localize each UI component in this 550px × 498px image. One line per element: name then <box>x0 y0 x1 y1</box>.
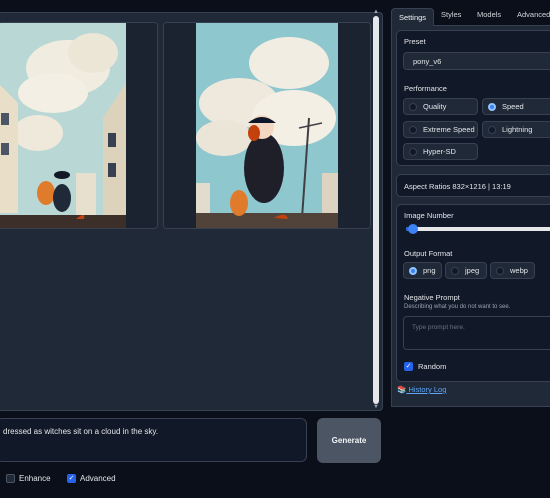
output-format-option-png[interactable]: png <box>403 262 442 279</box>
history-log-label: History Log <box>408 385 447 394</box>
image-number-label: Image Number <box>404 211 454 220</box>
radio-icon <box>496 266 504 275</box>
generate-button[interactable]: Generate <box>317 418 381 463</box>
prompt-input[interactable]: dressed as witches sit on a cloud in the… <box>0 418 307 462</box>
performance-option-quality[interactable]: Quality <box>403 98 478 115</box>
tab-models[interactable]: Models <box>477 10 501 19</box>
negative-prompt-label: Negative Prompt <box>404 293 460 302</box>
random-checkbox[interactable]: ✓ <box>404 362 413 371</box>
generation-options-card: Image Number Output Format png jpeg webp… <box>396 204 550 382</box>
option-label: Speed <box>502 102 524 111</box>
option-label: png <box>423 266 436 275</box>
tab-styles[interactable]: Styles <box>441 10 461 19</box>
preset-select[interactable]: pony_v6 <box>403 52 550 70</box>
enhance-checkbox[interactable] <box>6 474 15 483</box>
generated-image-1 <box>0 23 157 228</box>
history-log-link[interactable]: 📚 History Log <box>397 385 446 394</box>
advanced-label: Advanced <box>80 474 116 483</box>
scroll-down-arrow-icon[interactable]: ▼ <box>373 404 379 410</box>
negative-prompt-input[interactable]: Type prompt here. <box>403 316 550 350</box>
option-label: webp <box>510 266 528 275</box>
aspect-ratios-accordion[interactable]: Aspect Ratios 832×1216 | 13:19 <box>396 174 550 197</box>
option-label: Quality <box>423 102 447 111</box>
option-label: Lightning <box>502 125 533 134</box>
preset-value: pony_v6 <box>413 57 442 66</box>
radio-icon <box>409 102 417 111</box>
gallery-scrollbar-thumb[interactable] <box>373 16 379 404</box>
radio-icon <box>451 266 459 275</box>
advanced-checkbox[interactable]: ✓ <box>67 474 76 483</box>
performance-option-extreme-speed[interactable]: Extreme Speed <box>403 121 478 138</box>
image-gallery <box>0 12 383 411</box>
checkmark-icon: ✓ <box>405 363 412 370</box>
radio-selected-icon <box>488 102 496 111</box>
image-number-slider-thumb[interactable] <box>408 224 418 234</box>
tab-settings[interactable]: Settings <box>391 8 434 26</box>
performance-option-lightning[interactable]: Lightning <box>482 121 550 138</box>
option-label: Hyper-SD <box>423 147 456 156</box>
output-format-option-jpeg[interactable]: jpeg <box>445 262 487 279</box>
negative-prompt-description: Describing what you do not want to see. <box>404 304 511 310</box>
history-log-icon: 📚 <box>397 385 407 394</box>
checkmark-icon: ✓ <box>68 475 75 482</box>
output-format-label: Output Format <box>404 249 453 258</box>
radio-icon <box>409 125 417 134</box>
performance-label: Performance <box>404 84 447 93</box>
gallery-thumbnail-1[interactable] <box>0 22 158 229</box>
option-label: jpeg <box>465 266 480 275</box>
output-format-option-webp[interactable]: webp <box>490 262 535 279</box>
preset-label: Preset <box>404 37 426 46</box>
performance-option-hyper-sd[interactable]: Hyper-SD <box>403 143 478 160</box>
enhance-label: Enhance <box>19 474 51 483</box>
scroll-up-arrow-icon[interactable]: ▲ <box>373 9 379 15</box>
gallery-thumbnail-2[interactable] <box>163 22 371 229</box>
aspect-ratios-label: Aspect Ratios 832×1216 | 13:19 <box>404 182 511 191</box>
image-number-slider-track[interactable] <box>406 227 550 231</box>
generated-image-2 <box>164 23 370 228</box>
radio-icon <box>488 125 496 134</box>
option-label: Extreme Speed <box>423 125 475 134</box>
random-label: Random <box>418 362 447 371</box>
negative-prompt-placeholder: Type prompt here. <box>412 324 465 331</box>
tab-advanced[interactable]: Advanced <box>517 10 550 19</box>
radio-icon <box>409 147 417 156</box>
preset-performance-card: Preset pony_v6 Performance Quality Speed… <box>396 30 550 166</box>
radio-selected-icon <box>409 266 417 275</box>
performance-option-speed[interactable]: Speed <box>482 98 550 115</box>
